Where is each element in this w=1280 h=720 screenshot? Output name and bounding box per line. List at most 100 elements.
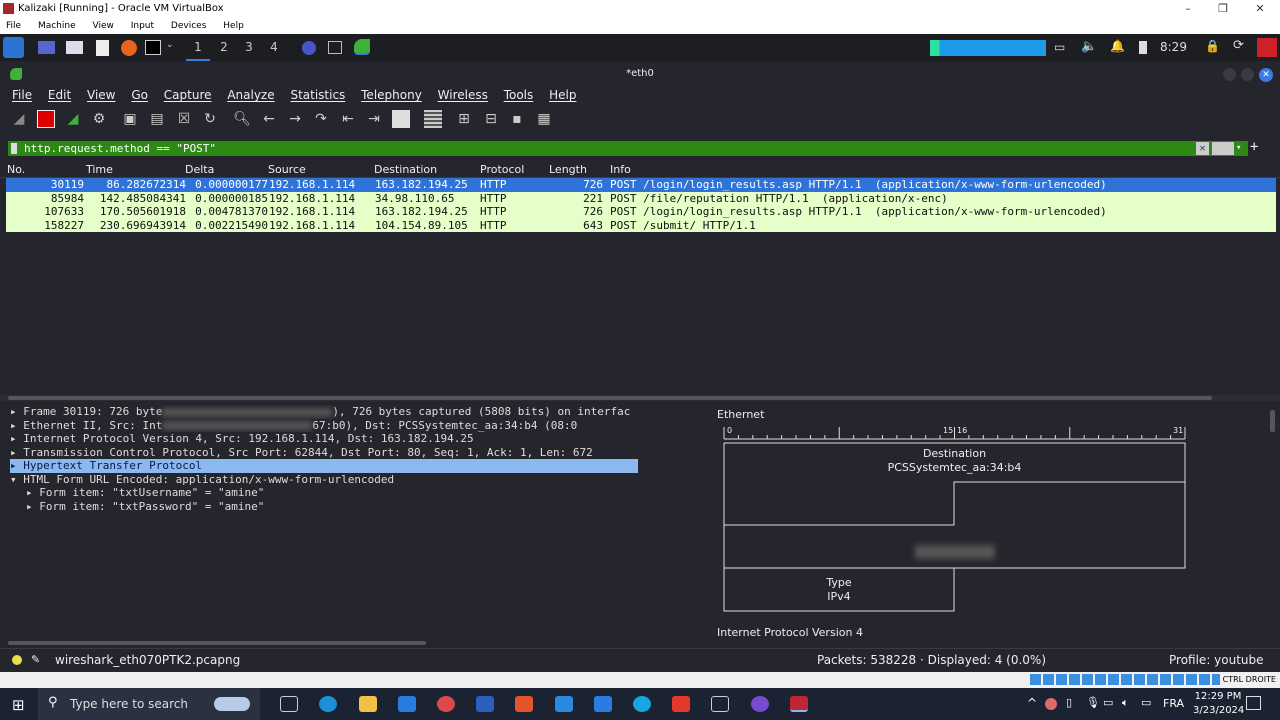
clear-filter-icon[interactable]: ✕: [1196, 142, 1209, 155]
workspace-1[interactable]: 1: [186, 34, 210, 61]
vscode-icon[interactable]: [555, 696, 573, 712]
column-info[interactable]: Info: [610, 162, 631, 178]
menu-help[interactable]: Help: [549, 88, 576, 102]
minimize-button[interactable]: [1223, 68, 1236, 81]
minimize-button[interactable]: –: [1170, 0, 1206, 18]
firefox-icon[interactable]: [121, 40, 137, 56]
column-source[interactable]: Source: [268, 162, 306, 178]
tray-app-icon[interactable]: [1045, 698, 1057, 710]
restart-capture-icon[interactable]: ◢: [64, 110, 82, 128]
menu-tools[interactable]: Tools: [504, 88, 534, 102]
packet-row[interactable]: 107633 170.505601918 0.004781370 192.168.1.…: [6, 205, 1276, 219]
brave-icon[interactable]: [515, 696, 533, 712]
vbox-running-icon[interactable]: [790, 696, 808, 712]
status-profile[interactable]: Profile: youtube: [1169, 649, 1264, 671]
show-hidden-icons-icon[interactable]: ^: [1027, 696, 1037, 710]
meet-icon[interactable]: ▯: [1066, 696, 1072, 709]
menu-statistics[interactable]: Statistics: [290, 88, 345, 102]
display-icon[interactable]: ▭: [1141, 696, 1151, 709]
capture-comment-icon[interactable]: ✎: [31, 649, 40, 671]
text-editor-icon[interactable]: [96, 40, 109, 56]
menu-edit[interactable]: Edit: [48, 88, 71, 102]
reload-file-icon[interactable]: ↻: [201, 110, 219, 128]
search-icon[interactable]: 🔍︎: [233, 110, 251, 128]
close-button[interactable]: ✕: [1242, 0, 1278, 18]
packet-row[interactable]: 30119 86.282672314 0.000000177 192.168.1.11…: [6, 178, 1276, 192]
open-file-icon[interactable]: ▣: [121, 110, 139, 128]
add-filter-button-icon[interactable]: +: [1250, 140, 1258, 155]
capture-options-icon[interactable]: ⚙: [90, 110, 108, 128]
workspace-4[interactable]: 4: [262, 34, 286, 61]
app-icon[interactable]: [437, 696, 455, 712]
taskbar-search-input[interactable]: ⚲ Type here to search: [38, 688, 260, 720]
resize-columns-icon[interactable]: ▦: [535, 110, 553, 128]
menu-view[interactable]: View: [87, 88, 115, 102]
workspace-2[interactable]: 2: [212, 34, 236, 61]
file-explorer-icon[interactable]: [359, 696, 377, 712]
notification-bell-icon[interactable]: 🔔: [1110, 39, 1125, 53]
chevron-down-icon[interactable]: ⌄: [166, 40, 174, 50]
vbox-menu-input[interactable]: Input: [131, 21, 154, 31]
display-filter-input[interactable]: http.request.method == "POST" ✕ ▾ +: [8, 140, 1258, 156]
go-forward-icon[interactable]: →: [286, 110, 304, 128]
mail-icon[interactable]: [398, 696, 416, 712]
menu-capture[interactable]: Capture: [164, 88, 212, 102]
column-delta[interactable]: Delta: [185, 162, 214, 178]
windows-start-icon[interactable]: ⊞: [12, 696, 25, 714]
close-file-icon[interactable]: ☒: [175, 110, 193, 128]
chrome-icon[interactable]: [751, 696, 769, 712]
desktop-icon[interactable]: [38, 41, 55, 54]
browser-icon[interactable]: [633, 696, 651, 712]
task-view-icon[interactable]: [280, 696, 298, 712]
close-button[interactable]: ✕: [1259, 68, 1273, 82]
virtualbox-icon[interactable]: [711, 696, 729, 712]
tree-http[interactable]: ▸ Hypertext Transfer Protocol: [10, 459, 638, 473]
vbox-menu-machine[interactable]: Machine: [38, 21, 76, 31]
maximize-button[interactable]: ❐: [1205, 0, 1241, 18]
lock-icon[interactable]: 🔒: [1205, 39, 1220, 53]
notifications-icon[interactable]: [1246, 696, 1261, 710]
colorize-icon[interactable]: [424, 110, 442, 128]
tree-tcp[interactable]: ▸ Transmission Control Protocol, Src Por…: [10, 446, 638, 460]
todo-icon[interactable]: [594, 696, 612, 712]
tree-ethernet[interactable]: ▸ Ethernet II, Src: Int 67:b0), Dst: PCSS…: [10, 419, 638, 433]
tree-frame[interactable]: ▸ Frame 30119: 726 byte), 726 bytes capt…: [10, 405, 638, 419]
column-time[interactable]: Time: [86, 162, 113, 178]
panel-clock[interactable]: 8:29: [1160, 40, 1187, 54]
diagram-scrollbar[interactable]: [1270, 410, 1275, 432]
vbox-menu-help[interactable]: Help: [223, 21, 244, 31]
tree-form[interactable]: ▾ HTML Form URL Encoded: application/x-w…: [10, 473, 638, 487]
speaker-icon[interactable]: 🔈︎: [1122, 696, 1129, 710]
first-packet-icon[interactable]: ⇤: [339, 110, 357, 128]
last-packet-icon[interactable]: ⇥: [365, 110, 383, 128]
menu-go[interactable]: Go: [131, 88, 148, 102]
volume-icon[interactable]: 🔈: [1081, 39, 1097, 54]
column-no[interactable]: No.: [7, 162, 25, 178]
edge-icon[interactable]: [319, 696, 337, 712]
tree-form-item-password[interactable]: ▸ Form item: "txtPassword" = "amine": [26, 500, 654, 514]
column-length[interactable]: Length: [549, 162, 587, 178]
bookmark-icon[interactable]: [11, 143, 17, 154]
expert-info-icon[interactable]: [12, 655, 22, 665]
apply-filter-icon[interactable]: [1212, 142, 1234, 155]
start-capture-icon[interactable]: ◢: [10, 110, 28, 128]
menu-analyze[interactable]: Analyze: [227, 88, 274, 102]
taskbar-clock[interactable]: 12:29 PM 3/23/2024: [1193, 690, 1244, 718]
details-scrollbar[interactable]: [8, 641, 426, 645]
kali-menu-icon[interactable]: [3, 37, 24, 58]
vbox-device-icons[interactable]: [1030, 674, 1221, 685]
menu-wireless[interactable]: Wireless: [438, 88, 488, 102]
maximize-button[interactable]: [1241, 68, 1254, 81]
packet-list-scrollbar[interactable]: [0, 395, 1280, 401]
xmind-icon[interactable]: [672, 696, 690, 712]
filter-dropdown-icon[interactable]: ▾: [1236, 141, 1241, 156]
save-file-icon[interactable]: ▤: [148, 110, 166, 128]
terminal-task-icon[interactable]: [328, 41, 342, 54]
autoscroll-icon[interactable]: [392, 110, 410, 128]
packet-row[interactable]: 85984 142.485084341 0.000000185 192.168.1.1…: [6, 191, 1276, 205]
tree-ip[interactable]: ▸ Internet Protocol Version 4, Src: 192.…: [10, 432, 638, 446]
tree-form-item-username[interactable]: ▸ Form item: "txtUsername" = "amine": [26, 486, 654, 500]
column-destination[interactable]: Destination: [374, 162, 437, 178]
column-protocol[interactable]: Protocol: [480, 162, 524, 178]
network-icon[interactable]: ▭: [1103, 696, 1113, 709]
